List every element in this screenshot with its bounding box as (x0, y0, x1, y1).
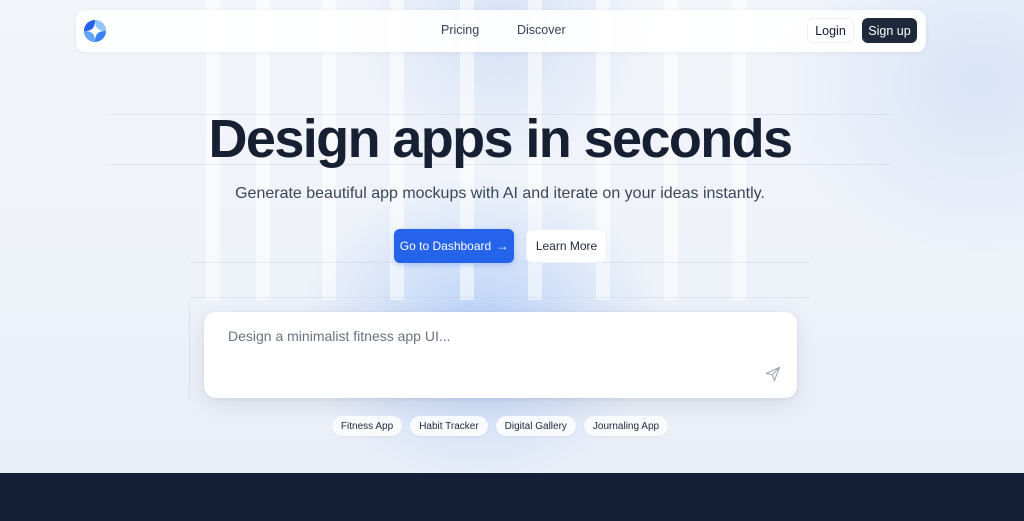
go-to-dashboard-button[interactable]: Go to Dashboard → (394, 229, 514, 263)
arrow-right-icon: → (496, 239, 509, 253)
suggestion-chips: Fitness App Habit Tracker Digital Galler… (0, 416, 1000, 436)
grid-line (189, 300, 190, 400)
quadrant-logo-icon[interactable] (84, 20, 106, 42)
hero-subtitle: Generate beautiful app mockups with AI a… (235, 185, 765, 202)
grid-line (190, 297, 810, 298)
login-button[interactable]: Login (807, 18, 854, 43)
signup-button[interactable]: Sign up (862, 18, 917, 43)
suggestion-chip-fitness-app[interactable]: Fitness App (331, 416, 403, 436)
nav-link-pricing[interactable]: Pricing (441, 23, 479, 37)
prompt-card (204, 312, 797, 398)
nav-link-discover[interactable]: Discover (517, 23, 566, 37)
go-to-dashboard-label: Go to Dashboard (399, 239, 492, 253)
footer-band (0, 473, 1024, 521)
prompt-input[interactable] (228, 328, 728, 344)
suggestion-chip-journaling-app[interactable]: Journaling App (583, 416, 669, 436)
hero-title: Design apps in seconds (208, 109, 794, 169)
suggestion-chip-habit-tracker[interactable]: Habit Tracker (410, 416, 488, 436)
suggestion-chip-digital-gallery[interactable]: Digital Gallery (495, 416, 576, 436)
send-icon[interactable] (765, 366, 781, 382)
top-navbar: Pricing Discover Login Sign up (76, 10, 926, 52)
learn-more-button[interactable]: Learn More (526, 229, 607, 263)
